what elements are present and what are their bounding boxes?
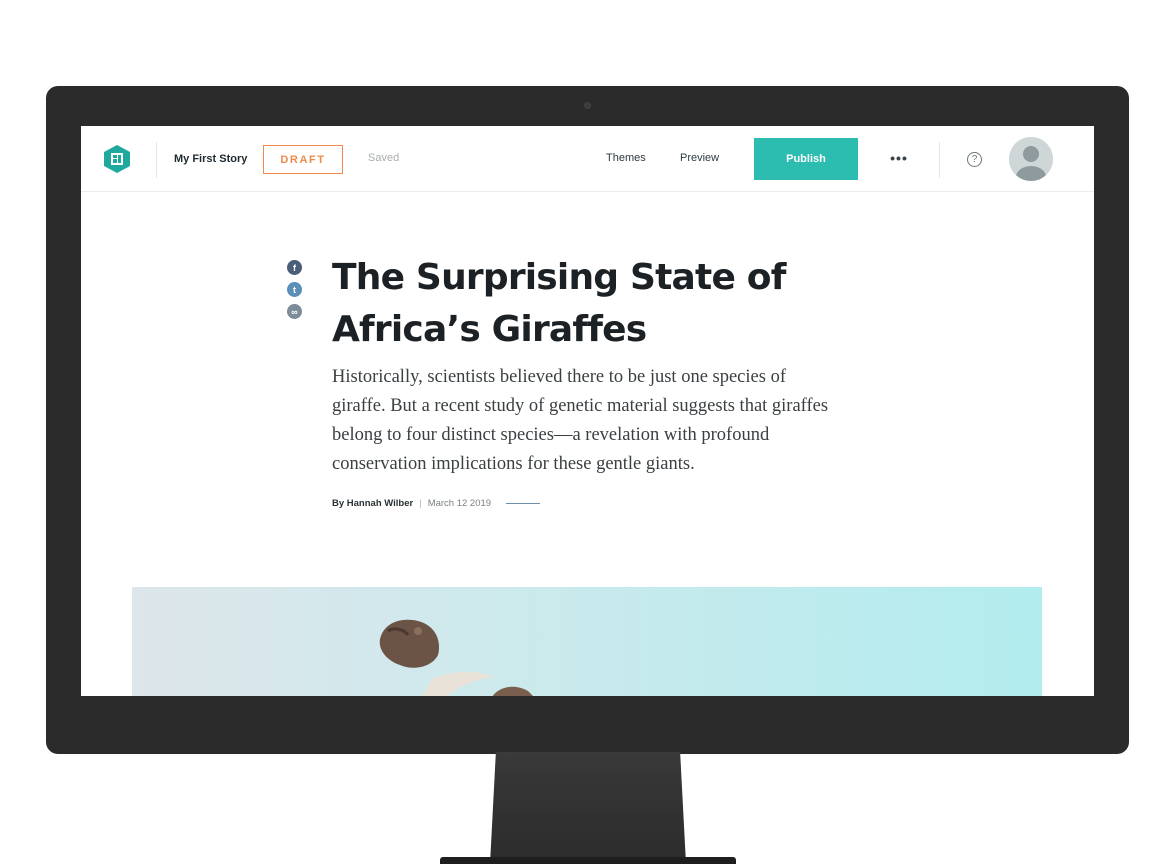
draft-status-badge: DRAFT	[263, 145, 343, 174]
hero-image[interactable]	[132, 587, 1042, 696]
author-name: By Hannah Wilber	[332, 498, 414, 509]
themes-link[interactable]: Themes	[606, 152, 646, 164]
monitor-stand-base	[440, 857, 736, 864]
article-summary[interactable]: Historically, scientists believed there …	[332, 363, 842, 479]
help-icon[interactable]: ?	[967, 152, 982, 167]
twitter-icon[interactable]: t	[287, 282, 302, 297]
article-byline: By Hannah Wilber | March 12 2019	[332, 498, 541, 509]
preview-link[interactable]: Preview	[680, 152, 719, 164]
byline-separator: |	[419, 498, 422, 509]
toolbar-divider	[939, 142, 940, 178]
publish-date: March 12 2019	[427, 498, 492, 509]
top-toolbar: My First Story DRAFT Saved Themes Previe…	[81, 126, 1094, 192]
toolbar-divider	[156, 142, 157, 178]
story-title[interactable]: My First Story	[174, 153, 247, 165]
giraffe-photo	[379, 619, 533, 696]
more-icon[interactable]: •••	[886, 147, 912, 169]
monitor-stand	[490, 752, 686, 864]
save-status-text: Saved	[368, 152, 400, 164]
article-title[interactable]: The Surprising State of Africa’s Giraffe…	[332, 252, 852, 356]
publish-button[interactable]: Publish	[754, 138, 858, 180]
link-icon[interactable]: ∞	[287, 304, 302, 319]
byline-rule	[506, 502, 541, 505]
webcam-icon	[584, 102, 591, 109]
facebook-icon[interactable]: f	[287, 260, 302, 275]
user-avatar-icon[interactable]	[1009, 137, 1053, 181]
story-logo-icon[interactable]	[104, 145, 130, 173]
app-screen: My First Story DRAFT Saved Themes Previe…	[81, 126, 1094, 696]
